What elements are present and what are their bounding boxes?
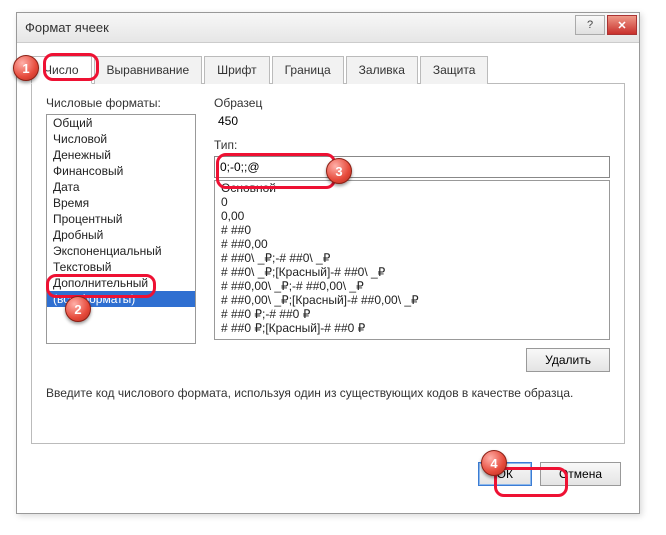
marker-4: 4 [481, 450, 507, 476]
cancel-button[interactable]: Отмена [540, 462, 621, 486]
tab-alignment[interactable]: Выравнивание [94, 56, 203, 84]
tabstrip: Число Выравнивание Шрифт Граница Заливка… [31, 55, 625, 84]
type-option[interactable]: # ##0 ₽;-# ##0 ₽ [215, 307, 609, 321]
list-item[interactable]: Экспоненциальный [47, 243, 195, 259]
list-item[interactable]: Текстовый [47, 259, 195, 275]
marker-1: 1 [13, 55, 39, 81]
tab-protection[interactable]: Защита [420, 56, 489, 84]
type-option[interactable]: 0 [215, 195, 609, 209]
marker-2: 2 [65, 296, 91, 322]
tab-border[interactable]: Граница [272, 56, 344, 84]
list-item[interactable]: Процентный [47, 211, 195, 227]
help-button[interactable]: ? [575, 15, 605, 35]
list-item[interactable]: Денежный [47, 147, 195, 163]
type-option[interactable]: # ##0,00 [215, 237, 609, 251]
type-option[interactable]: Основной [215, 181, 609, 195]
type-option[interactable]: # ##0\ _₽;[Красный]-# ##0\ _₽ [215, 265, 609, 279]
type-option[interactable]: # ##0\ _₽;-# ##0\ _₽ [215, 251, 609, 265]
type-option[interactable]: 0,00 [215, 209, 609, 223]
type-option[interactable]: # ##0 [215, 223, 609, 237]
list-item[interactable]: Общий [47, 115, 195, 131]
type-option[interactable]: # ##0,00\ _₽;-# ##0,00\ _₽ [215, 279, 609, 293]
list-item[interactable]: Финансовый [47, 163, 195, 179]
close-button[interactable]: ✕ [607, 15, 637, 35]
type-label: Тип: [214, 138, 610, 152]
hint-text: Введите код числового формата, используя… [46, 386, 610, 400]
tab-fill[interactable]: Заливка [346, 56, 418, 84]
sample-value: 450 [218, 114, 610, 128]
sample-label: Образец [214, 96, 610, 110]
list-item[interactable]: Числовой [47, 131, 195, 147]
list-item[interactable]: Время [47, 195, 195, 211]
list-item[interactable]: Дополнительный [47, 275, 195, 291]
dialog-buttons: ОК Отмена [31, 462, 625, 486]
dialog-content: Число Выравнивание Шрифт Граница Заливка… [17, 43, 639, 500]
window-title: Формат ячеек [25, 20, 109, 35]
list-item[interactable]: Дробный [47, 227, 195, 243]
tab-number[interactable]: Число [31, 56, 92, 84]
marker-3: 3 [326, 158, 352, 184]
window-controls: ? ✕ [575, 15, 637, 35]
type-input[interactable] [214, 156, 610, 178]
format-cells-dialog: Формат ячеек ? ✕ Число Выравнивание Шриф… [16, 12, 640, 514]
type-option[interactable]: # ##0,00\ _₽;[Красный]-# ##0,00\ _₽ [215, 293, 609, 307]
delete-button[interactable]: Удалить [526, 348, 610, 372]
type-option[interactable]: # ##0 ₽;[Красный]-# ##0 ₽ [215, 321, 609, 335]
list-item[interactable]: Дата [47, 179, 195, 195]
tab-body: Числовые форматы: Общий Числовой Денежны… [31, 84, 625, 444]
titlebar: Формат ячеек ? ✕ [17, 13, 639, 43]
sample-group: Образец 450 [214, 96, 610, 128]
tab-font[interactable]: Шрифт [204, 56, 269, 84]
categories-label: Числовые форматы: [46, 96, 196, 110]
type-options-list[interactable]: Основной 0 0,00 # ##0 # ##0,00 # ##0\ _₽… [214, 180, 610, 340]
